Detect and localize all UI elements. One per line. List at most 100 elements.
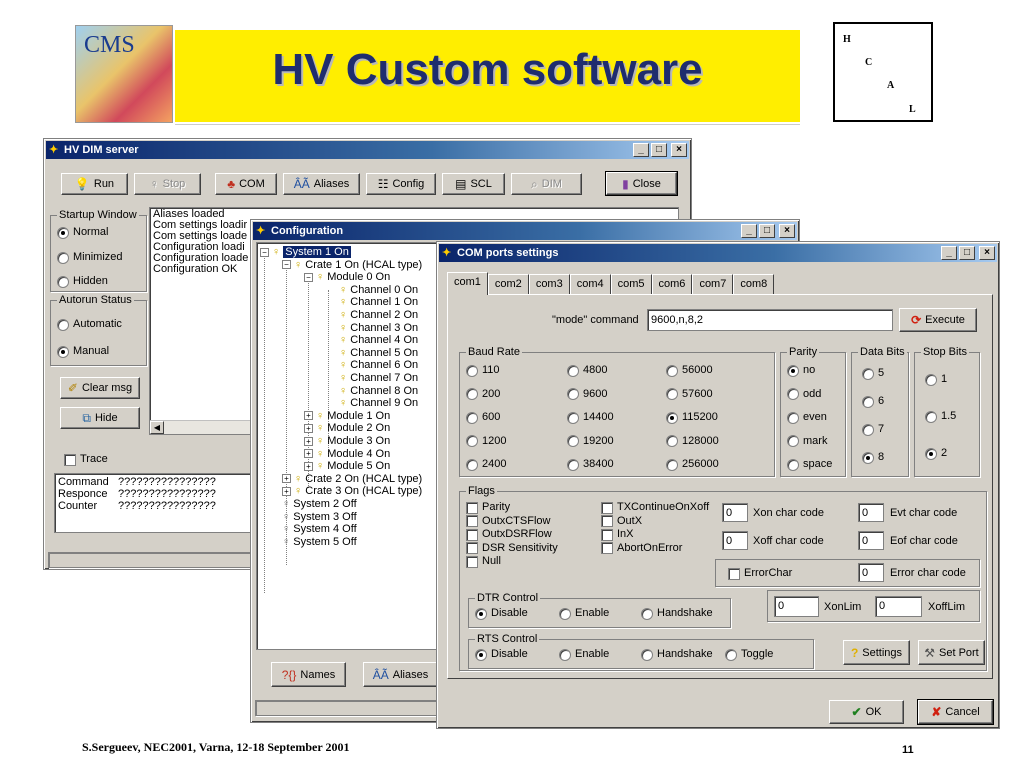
rts-disable[interactable]: Disable: [475, 648, 528, 661]
configuration-titlebar[interactable]: ✦ Configuration _ □ ×: [253, 222, 797, 240]
rts-toggle[interactable]: Toggle: [725, 648, 773, 661]
tree-module[interactable]: + ♀ Module 4 On: [304, 448, 390, 460]
dim-button[interactable]: ⌕ DIM: [511, 173, 582, 195]
stop-bits-2[interactable]: 2: [925, 447, 947, 460]
run-button[interactable]: 💡 Run: [61, 173, 128, 195]
dim-server-titlebar[interactable]: ✦ HV DIM server _ □ ×: [46, 141, 689, 159]
tree-channel[interactable]: ♀ Channel 1 On: [339, 296, 418, 308]
names-button[interactable]: ?{} Names: [271, 662, 346, 687]
radio-automatic[interactable]: Automatic: [57, 318, 122, 331]
baud-128000[interactable]: 128000: [666, 435, 719, 448]
parity-odd[interactable]: odd: [787, 388, 821, 401]
collapse-icon[interactable]: −: [304, 272, 313, 282]
baud-57600[interactable]: 57600: [666, 388, 713, 401]
config-aliases-button[interactable]: ÂÃ Aliases: [363, 662, 438, 687]
tree-channel[interactable]: ♀ Channel 7 On: [339, 372, 418, 384]
flag-txcontinueonxoff[interactable]: TXContinueOnXoff: [601, 501, 709, 514]
tree-channel[interactable]: ♀ Channel 9 On: [339, 397, 418, 409]
dtr-enable[interactable]: Enable: [559, 607, 609, 620]
maximize-button[interactable]: □: [651, 143, 667, 157]
close-window-button[interactable]: ×: [979, 246, 995, 260]
stop-bits-1.5[interactable]: 1.5: [925, 410, 956, 423]
baud-110[interactable]: 110: [466, 364, 500, 377]
tree-channel[interactable]: ♀ Channel 0 On: [339, 284, 418, 296]
tree-channel[interactable]: ♀ Channel 2 On: [339, 309, 418, 321]
tree-channel[interactable]: ♀ Channel 4 On: [339, 334, 418, 346]
scl-button[interactable]: ▤ SCL: [442, 173, 505, 195]
collapse-icon[interactable]: −: [260, 247, 269, 257]
xoff-char-input[interactable]: 0: [722, 531, 748, 550]
parity-mark[interactable]: mark: [787, 435, 827, 448]
stop-button[interactable]: ♀ Stop: [134, 173, 201, 195]
baud-2400[interactable]: 2400: [466, 458, 506, 471]
flag-outx[interactable]: OutX: [601, 515, 642, 528]
errorchar-checkbox[interactable]: ErrorChar: [728, 567, 792, 580]
expand-icon[interactable]: +: [282, 474, 291, 484]
baud-600[interactable]: 600: [466, 411, 500, 424]
minimize-button[interactable]: _: [633, 143, 649, 157]
tree-channel[interactable]: ♀ Channel 8 On: [339, 385, 418, 397]
baud-200[interactable]: 200: [466, 388, 500, 401]
parity-no[interactable]: no: [787, 364, 815, 377]
mode-command-input[interactable]: 9600,n,8,2: [647, 309, 893, 331]
com-ports-titlebar[interactable]: ✦ COM ports settings _ □ ×: [439, 244, 997, 262]
config-button[interactable]: ☷ Config: [366, 173, 436, 195]
tab-com1[interactable]: com1: [447, 272, 488, 295]
set-port-button[interactable]: ⚒ Set Port: [918, 640, 985, 665]
scroll-left-arrow-icon[interactable]: ◀: [150, 421, 164, 434]
configuration-tree[interactable]: − ♀ System 1 On − ♀ Crate 1 On (HCAL type) − ♀ M…: [256, 242, 441, 650]
tree-channel[interactable]: ♀ Channel 3 On: [339, 322, 418, 334]
tree-module[interactable]: + ♀ Module 5 On: [304, 460, 390, 472]
baud-56000[interactable]: 56000: [666, 364, 713, 377]
flag-abortonerror[interactable]: AbortOnError: [601, 542, 682, 555]
tab-com5[interactable]: com5: [610, 274, 652, 294]
minimize-button[interactable]: _: [941, 246, 957, 260]
aliases-button[interactable]: ÂÃ Aliases: [283, 173, 360, 195]
tree-channel[interactable]: ♀ Channel 6 On: [339, 359, 418, 371]
collapse-icon[interactable]: −: [282, 260, 291, 270]
cancel-button[interactable]: ✘ Cancel: [917, 699, 994, 725]
tab-com2[interactable]: com2: [487, 274, 529, 294]
expand-icon[interactable]: +: [304, 411, 313, 421]
execute-button[interactable]: ⟳ Execute: [899, 308, 977, 332]
expand-icon[interactable]: +: [304, 423, 313, 433]
baud-14400[interactable]: 14400: [567, 411, 614, 424]
dtr-handshake[interactable]: Handshake: [641, 607, 713, 620]
tree-module[interactable]: + ♀ Module 1 On: [304, 410, 390, 422]
tree-module-0[interactable]: − ♀ Module 0 On: [304, 271, 390, 283]
data-bits-7[interactable]: 7: [862, 423, 884, 436]
xofflim-input[interactable]: 0: [875, 596, 922, 617]
trace-checkbox[interactable]: Trace: [64, 453, 108, 466]
tree-module[interactable]: + ♀ Module 3 On: [304, 435, 390, 447]
flag-inx[interactable]: InX: [601, 528, 634, 541]
flag-outxdsrflow[interactable]: OutxDSRFlow: [466, 528, 552, 541]
baud-19200[interactable]: 19200: [567, 435, 614, 448]
baud-115200[interactable]: 115200: [666, 411, 718, 424]
parity-even[interactable]: even: [787, 411, 827, 424]
baud-1200[interactable]: 1200: [466, 435, 506, 448]
radio-manual[interactable]: Manual: [57, 345, 109, 358]
data-bits-8[interactable]: 8: [862, 451, 884, 464]
expand-icon[interactable]: +: [282, 486, 291, 496]
flag-parity[interactable]: Parity: [466, 501, 510, 514]
tree-system-off[interactable]: ♀ System 3 Off: [282, 511, 357, 523]
error-char-input[interactable]: 0: [858, 563, 884, 582]
tree-crate[interactable]: + ♀ Crate 2 On (HCAL type): [282, 473, 422, 485]
flag-null[interactable]: Null: [466, 555, 501, 568]
tree-system-1[interactable]: − ♀ System 1 On: [260, 245, 352, 259]
tab-com6[interactable]: com6: [651, 274, 693, 294]
close-button[interactable]: ▮ Close: [605, 171, 678, 196]
clear-msg-button[interactable]: ✐ Clear msg: [60, 377, 140, 399]
expand-icon[interactable]: +: [304, 436, 313, 446]
com-button[interactable]: ♣ COM: [215, 173, 277, 195]
xonlim-input[interactable]: 0: [774, 596, 819, 617]
baud-9600[interactable]: 9600: [567, 388, 607, 401]
radio-hidden[interactable]: Hidden: [57, 275, 108, 288]
minimize-button[interactable]: _: [741, 224, 757, 238]
close-window-button[interactable]: ×: [671, 143, 687, 157]
tree-crate[interactable]: + ♀ Crate 3 On (HCAL type): [282, 485, 422, 497]
data-bits-6[interactable]: 6: [862, 395, 884, 408]
tab-com4[interactable]: com4: [569, 274, 611, 294]
maximize-button[interactable]: □: [959, 246, 975, 260]
baud-4800[interactable]: 4800: [567, 364, 607, 377]
